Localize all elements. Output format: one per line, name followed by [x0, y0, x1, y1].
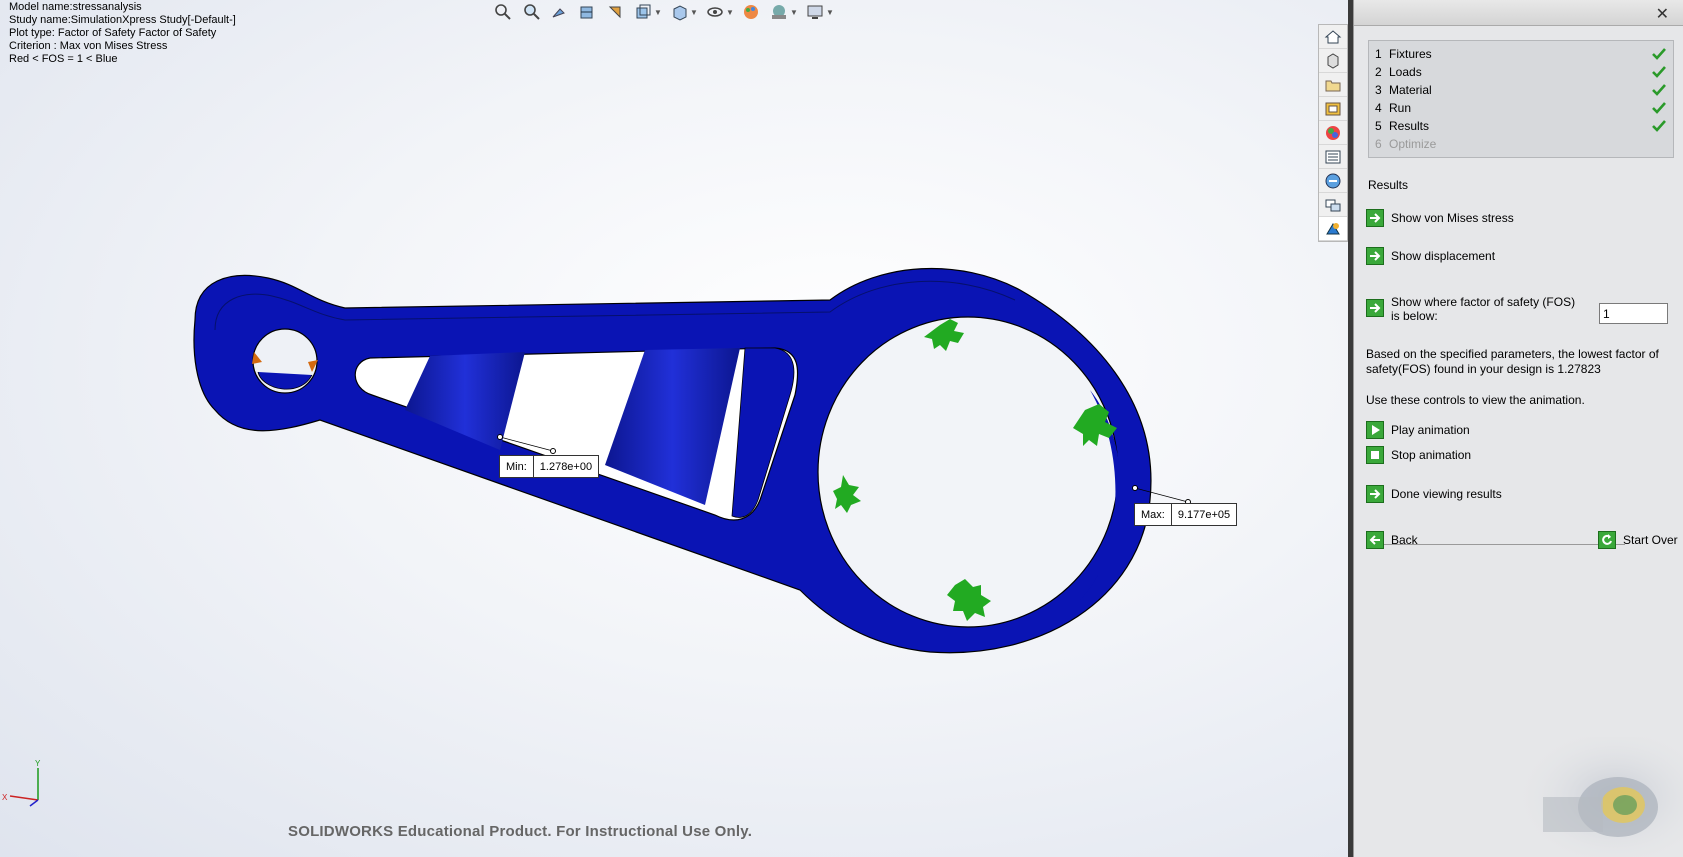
view-palette-icon[interactable] — [1319, 97, 1347, 121]
home-icon[interactable] — [1319, 25, 1347, 49]
show-fos-label: Show where factor of safety (FOS) is bel… — [1391, 295, 1576, 323]
max-label: Max: — [1135, 504, 1172, 525]
back-button[interactable]: Back — [1366, 531, 1418, 549]
step-label: Optimize — [1389, 137, 1437, 151]
play-animation-label: Play animation — [1391, 423, 1470, 437]
stop-animation-button[interactable]: Stop animation — [1366, 446, 1471, 464]
step-optimize[interactable]: 6 Optimize — [1375, 135, 1667, 153]
step-material[interactable]: 3 Material — [1375, 81, 1667, 99]
step-number: 4 — [1375, 101, 1382, 115]
svg-text:X: X — [2, 793, 8, 802]
stop-animation-label: Stop animation — [1391, 448, 1472, 462]
show-von-mises-label: Show von Mises stress — [1391, 211, 1514, 225]
arrow-left-icon — [1366, 531, 1384, 549]
task-pane-tabs — [1318, 24, 1348, 242]
close-icon[interactable]: ✕ — [1656, 4, 1669, 24]
educational-watermark: SOLIDWORKS Educational Product. For Inst… — [288, 823, 753, 840]
start-over-button[interactable]: Start Over — [1598, 531, 1678, 549]
show-von-mises-button[interactable]: Show von Mises stress — [1366, 209, 1514, 227]
connecting-rod-model[interactable]: Y X — [0, 0, 1348, 857]
step-number: 1 — [1375, 47, 1382, 61]
big-end-bore — [817, 316, 1119, 628]
done-viewing-label: Done viewing results — [1391, 487, 1502, 501]
custom-properties-icon[interactable] — [1319, 145, 1347, 169]
results-section-title: Results — [1368, 178, 1409, 192]
file-explorer-icon[interactable] — [1319, 73, 1347, 97]
step-number: 5 — [1375, 119, 1382, 133]
simulationxpress-icon[interactable] — [1319, 193, 1347, 217]
arrow-right-icon — [1366, 209, 1384, 227]
show-displacement-label: Show displacement — [1391, 249, 1496, 263]
solidworks-forum-icon[interactable] — [1319, 169, 1347, 193]
back-label: Back — [1391, 533, 1418, 547]
step-fixtures[interactable]: 1 Fixtures — [1375, 45, 1667, 63]
min-value: 1.278e+00 — [539, 460, 593, 473]
3d-parts-icon[interactable] — [1319, 49, 1347, 73]
stop-icon — [1366, 446, 1384, 464]
step-label: Material — [1389, 83, 1432, 97]
step-number: 2 — [1375, 65, 1382, 79]
show-fos-button[interactable]: Show where factor of safety (FOS) is bel… — [1366, 295, 1586, 323]
fos-summary: Based on the specified parameters, the l… — [1366, 347, 1659, 376]
animation-hint: Use these controls to view the animation… — [1366, 393, 1585, 407]
step-results[interactable]: 5 Results — [1375, 117, 1667, 135]
appearances-icon[interactable] — [1319, 121, 1347, 145]
step-run[interactable]: 4 Run — [1375, 99, 1667, 117]
check-icon — [1652, 120, 1666, 132]
step-number: 3 — [1375, 83, 1382, 97]
simulationxpress-active-icon[interactable] — [1319, 217, 1347, 241]
check-icon — [1652, 48, 1666, 60]
done-viewing-results-button[interactable]: Done viewing results — [1366, 485, 1502, 503]
step-label: Run — [1389, 101, 1412, 115]
show-displacement-button[interactable]: Show displacement — [1366, 247, 1495, 265]
simulation-product-graphic — [1513, 737, 1683, 857]
step-label: Results — [1389, 119, 1430, 133]
axis-triad: Y X — [2, 759, 41, 807]
panel-header: ✕ — [1354, 0, 1683, 26]
graphics-viewport[interactable]: Model name:stressanalysis Study name:Sim… — [0, 0, 1348, 857]
svg-text:Y: Y — [35, 759, 41, 768]
min-label: Min: — [500, 456, 534, 477]
play-icon — [1366, 421, 1384, 439]
step-label: Fixtures — [1389, 47, 1432, 61]
arrow-right-icon — [1366, 299, 1384, 317]
step-loads[interactable]: 2 Loads — [1375, 63, 1667, 81]
fos-threshold-input[interactable] — [1599, 303, 1668, 324]
start-over-label: Start Over — [1623, 533, 1678, 547]
start-over-icon — [1598, 531, 1616, 549]
step-label: Loads — [1389, 65, 1422, 79]
arrow-right-icon — [1366, 485, 1384, 503]
check-icon — [1652, 66, 1666, 78]
min-probe-label: Min: 1.278e+00 — [499, 455, 600, 478]
check-icon — [1652, 102, 1666, 114]
check-icon — [1652, 84, 1666, 96]
max-value: 9.177e+05 — [1177, 508, 1231, 521]
step-number: 6 — [1375, 137, 1382, 151]
play-animation-button[interactable]: Play animation — [1366, 421, 1470, 439]
max-probe-label: Max: 9.177e+05 — [1134, 503, 1238, 526]
arrow-right-icon — [1366, 247, 1384, 265]
workflow-steps: 1 Fixtures 2 Loads 3 Material 4 Run 5 Results 6 Opt… — [1368, 40, 1674, 158]
